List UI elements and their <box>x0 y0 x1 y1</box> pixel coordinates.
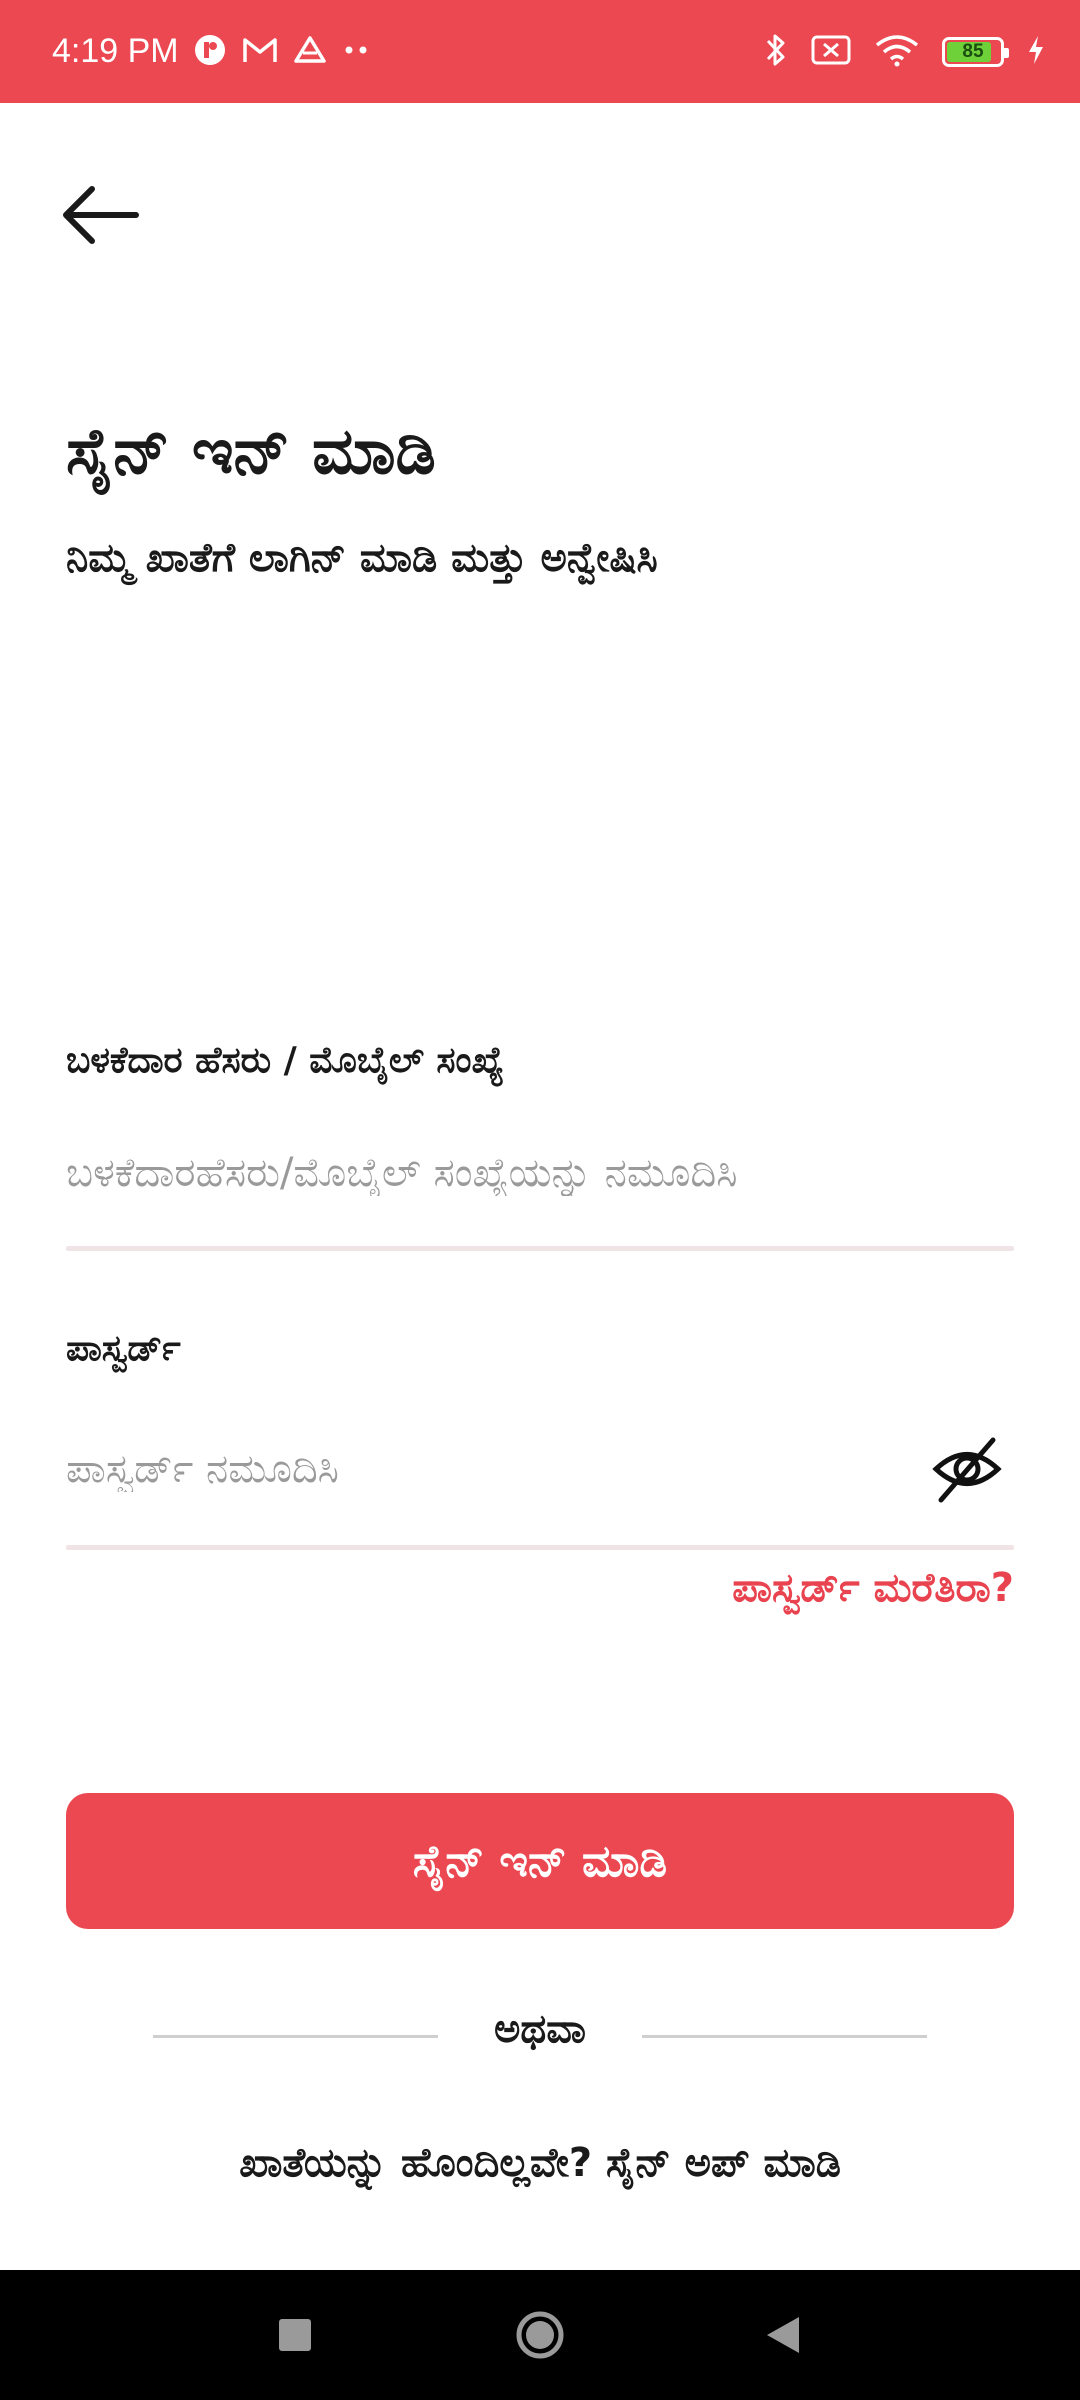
no-sim-icon <box>810 34 852 70</box>
more-dots-icon <box>341 40 371 64</box>
username-input[interactable] <box>66 1128 1016 1218</box>
back-button[interactable] <box>58 175 148 255</box>
password-input[interactable] <box>66 1424 906 1514</box>
divider-text: ಅಥವಾ <box>494 2006 586 2052</box>
password-underline <box>66 1545 1014 1550</box>
password-label: ಪಾಸ್ವರ್ಡ್ <box>66 1328 181 1369</box>
signup-prompt: ಖಾತೆಯನ್ನು ಹೊಂದಿಲ್ಲವೇ? <box>239 2140 593 2186</box>
battery-icon: 85 <box>942 36 1009 67</box>
status-bar: 4:19 PM 85 <box>0 0 1080 103</box>
username-underline <box>66 1246 1014 1251</box>
battery-level: 85 <box>962 40 984 62</box>
signup-link[interactable]: ಸೈನ್ ಅಪ್ ಮಾಡಿ <box>606 2140 841 2186</box>
signup-row: ಖಾತೆಯನ್ನು ಹೊಂದಿಲ್ಲವೇ? ಸೈನ್ ಅಪ್ ಮಾಡಿ <box>0 2140 1080 2186</box>
status-right: 85 <box>764 0 1046 103</box>
divider-line-right <box>642 2035 927 2038</box>
username-label: ಬಳಕೆದಾರ ಹೆಸರು / ಮೊಬೈಲ್ ಸಂಖ್ಯೆ <box>66 1040 505 1081</box>
page-title: ಸೈನ್ ಇನ್ ಮಾಡಿ <box>66 415 436 489</box>
back-icon <box>767 2317 799 2353</box>
page-subtitle: ನಿಮ್ಮ ಖಾತೆಗೆ ಲಾಗಿನ್ ಮಾಡಿ ಮತ್ತು ಅನ್ವೇಷಿಸಿ <box>66 535 658 581</box>
system-nav-bar <box>0 2270 1080 2400</box>
forgot-password-link[interactable]: ಪಾಸ್ವರ್ಡ್ ಮರೆತಿರಾ? <box>732 1565 1014 1611</box>
gmail-icon <box>241 35 279 69</box>
eye-off-icon <box>932 1437 1002 1503</box>
wifi-icon <box>874 33 920 71</box>
arrow-left-icon <box>63 186 139 244</box>
charging-icon <box>1026 34 1046 70</box>
home-icon <box>516 2311 564 2359</box>
bluetooth-icon <box>764 31 788 73</box>
app-notification-icon <box>193 33 227 71</box>
drive-icon <box>293 35 327 69</box>
nav-back-button[interactable] <box>723 2270 843 2400</box>
recents-button[interactable] <box>235 2270 355 2400</box>
recents-icon <box>279 2319 311 2351</box>
signin-button[interactable]: ಸೈನ್ ಇನ್ ಮಾಡಿ <box>66 1793 1014 1929</box>
password-visibility-toggle[interactable] <box>930 1432 1004 1506</box>
status-time: 4:19 PM <box>52 32 179 70</box>
home-button[interactable] <box>480 2270 600 2400</box>
status-left: 4:19 PM <box>52 0 371 103</box>
